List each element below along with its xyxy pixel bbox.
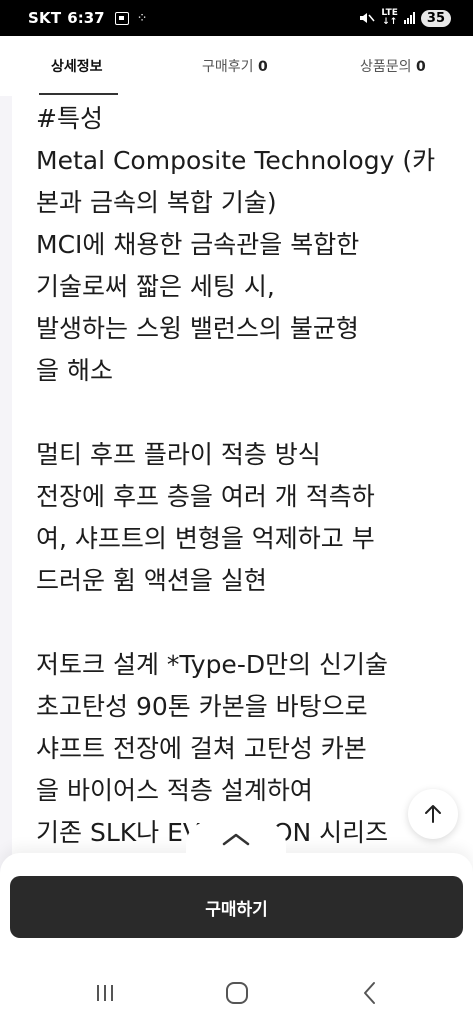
recent-apps-icon	[97, 985, 113, 1001]
tab-reviews-label: 구매후기	[202, 59, 254, 75]
content-edge	[0, 96, 12, 876]
carrier-label: SKT	[28, 9, 62, 27]
tab-details[interactable]: 상세정보	[51, 56, 103, 76]
tab-reviews[interactable]: 구매후기 0	[202, 56, 268, 76]
buy-button[interactable]: 구매하기	[10, 876, 463, 938]
tab-inquiries-count: 0	[415, 59, 426, 75]
tab-reviews-count: 0	[257, 59, 268, 75]
scroll-to-top-button[interactable]	[408, 789, 458, 839]
clock: 6:37	[67, 9, 105, 27]
description-line: 초고탄성 90톤 카본을 바탕으로	[36, 692, 368, 721]
status-bar: SKT 6:37 ⁘ LTE ↓↑ 35	[0, 0, 473, 36]
arrow-up-icon	[425, 805, 441, 823]
description-line: 을 바이어스 적층 설계하여	[36, 776, 313, 805]
chevron-up-icon	[222, 833, 250, 846]
description-line: 멀티 후프 플라이 적층 방식	[36, 440, 321, 469]
battery-icon: 35	[420, 9, 451, 27]
description-line: 발생하는 스윙 밸런스의 불균형	[36, 314, 359, 343]
tab-inquiries[interactable]: 상품문의 0	[360, 56, 426, 76]
buy-button-label: 구매하기	[205, 899, 268, 920]
lte-indicator: LTE ↓↑	[381, 9, 398, 27]
description-line: 드러운 휨 액션을 실현	[36, 566, 267, 595]
tab-details-label: 상세정보	[51, 59, 103, 75]
description-line: 을 해소	[36, 356, 113, 385]
description-line: MCI에 채용한 금속관을 복합한	[36, 230, 360, 259]
system-nav-bar	[0, 953, 473, 1024]
description-line: Metal Composite Technology (카	[36, 146, 436, 175]
lte-arrows: ↓↑	[382, 17, 398, 27]
home-button[interactable]	[217, 973, 257, 1013]
back-button[interactable]	[350, 973, 390, 1013]
screenshot-icon	[114, 11, 129, 25]
detail-tab-bar: 상세정보 구매후기 0 상품문의 0	[0, 36, 473, 96]
active-tab-indicator	[39, 93, 118, 95]
description-line: 본과 금속의 복합 기술)	[36, 188, 277, 217]
tab-inquiries-label: 상품문의	[360, 59, 412, 75]
app-notification-icon: ⁘	[136, 10, 148, 26]
product-description: #특성 Metal Composite Technology (카 본과 금속의…	[36, 98, 446, 854]
back-icon	[364, 982, 375, 1004]
home-icon	[226, 982, 248, 1004]
description-line: 샤프트 전장에 걸쳐 고탄성 카본	[36, 734, 367, 763]
recent-apps-button[interactable]	[85, 973, 125, 1013]
description-line: #특성	[36, 104, 103, 133]
signal-icon	[403, 12, 415, 24]
description-line: 기술로써 짧은 세팅 시,	[36, 272, 275, 301]
mute-icon	[360, 13, 375, 23]
description-line: 저토크 설계 *Type-D만의 신기술	[36, 650, 389, 679]
description-line: 전장에 후프 층을 여러 개 적측하	[36, 482, 375, 511]
sheet-expand-handle[interactable]	[186, 822, 286, 856]
description-line: 여, 샤프트의 변형을 억제하고 부	[36, 524, 375, 553]
